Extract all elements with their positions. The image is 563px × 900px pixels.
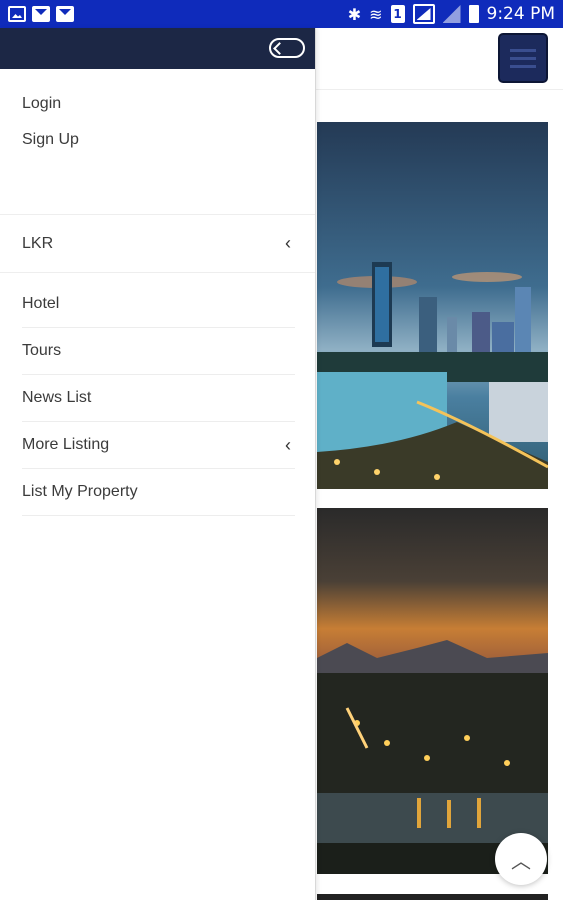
- menu-item-hotel[interactable]: Hotel: [22, 281, 295, 328]
- mail-icon: [56, 6, 74, 22]
- navigation-drawer: Login Sign Up LKR ‹ Hotel Tours News Lis…: [0, 28, 316, 900]
- signal-icon: [412, 4, 435, 24]
- currency-selector[interactable]: LKR ‹: [0, 215, 315, 273]
- lake-town-sunset-photo: [317, 508, 548, 874]
- hamburger-menu-button[interactable]: [498, 33, 548, 83]
- menu-item-label: List My Property: [22, 483, 138, 500]
- auth-section: Login Sign Up: [0, 69, 315, 215]
- drawer-menu: Hotel Tours News List More Listing ‹ Lis…: [0, 273, 315, 516]
- menu-item-more-listing[interactable]: More Listing ‹: [22, 422, 295, 469]
- signal-icon: [442, 5, 461, 23]
- chevron-left-icon: ‹: [285, 434, 291, 455]
- signup-link[interactable]: Sign Up: [22, 131, 293, 167]
- menu-item-tours[interactable]: Tours: [22, 328, 295, 375]
- scroll-to-top-button[interactable]: ︿: [495, 833, 547, 885]
- wifi-icon: ≋: [369, 4, 383, 24]
- close-drawer-button[interactable]: [269, 38, 305, 58]
- destination-card-image[interactable]: [317, 122, 548, 489]
- menu-item-news-list[interactable]: News List: [22, 375, 295, 422]
- mail-icon: [32, 6, 50, 22]
- hamburger-bar: [510, 64, 536, 68]
- menu-item-label: More Listing: [22, 436, 110, 453]
- menu-item-list-my-property[interactable]: List My Property: [22, 469, 295, 516]
- currency-label: LKR: [22, 234, 54, 252]
- menu-item-label: Tours: [22, 342, 62, 359]
- battery-icon: [468, 5, 479, 23]
- menu-item-label: News List: [22, 389, 92, 406]
- city-skyline-photo: [317, 122, 548, 489]
- chevron-up-icon: ︿: [511, 850, 531, 873]
- bluetooth-icon: ✱: [347, 4, 362, 24]
- drawer-header: [0, 28, 315, 69]
- chevron-left-icon: ‹: [285, 233, 291, 253]
- login-link[interactable]: Login: [22, 95, 293, 131]
- status-time: 9:24 PM: [486, 4, 556, 24]
- menu-item-label: Hotel: [22, 295, 60, 312]
- hamburger-bar: [510, 56, 536, 60]
- destination-card-image[interactable]: [317, 894, 548, 900]
- destination-card-image[interactable]: [317, 508, 548, 874]
- sim-icon: 1: [390, 5, 405, 23]
- image-icon: [8, 6, 26, 22]
- hamburger-bar: [510, 48, 536, 52]
- status-bar: ✱ ≋ 1 9:24 PM: [0, 0, 563, 28]
